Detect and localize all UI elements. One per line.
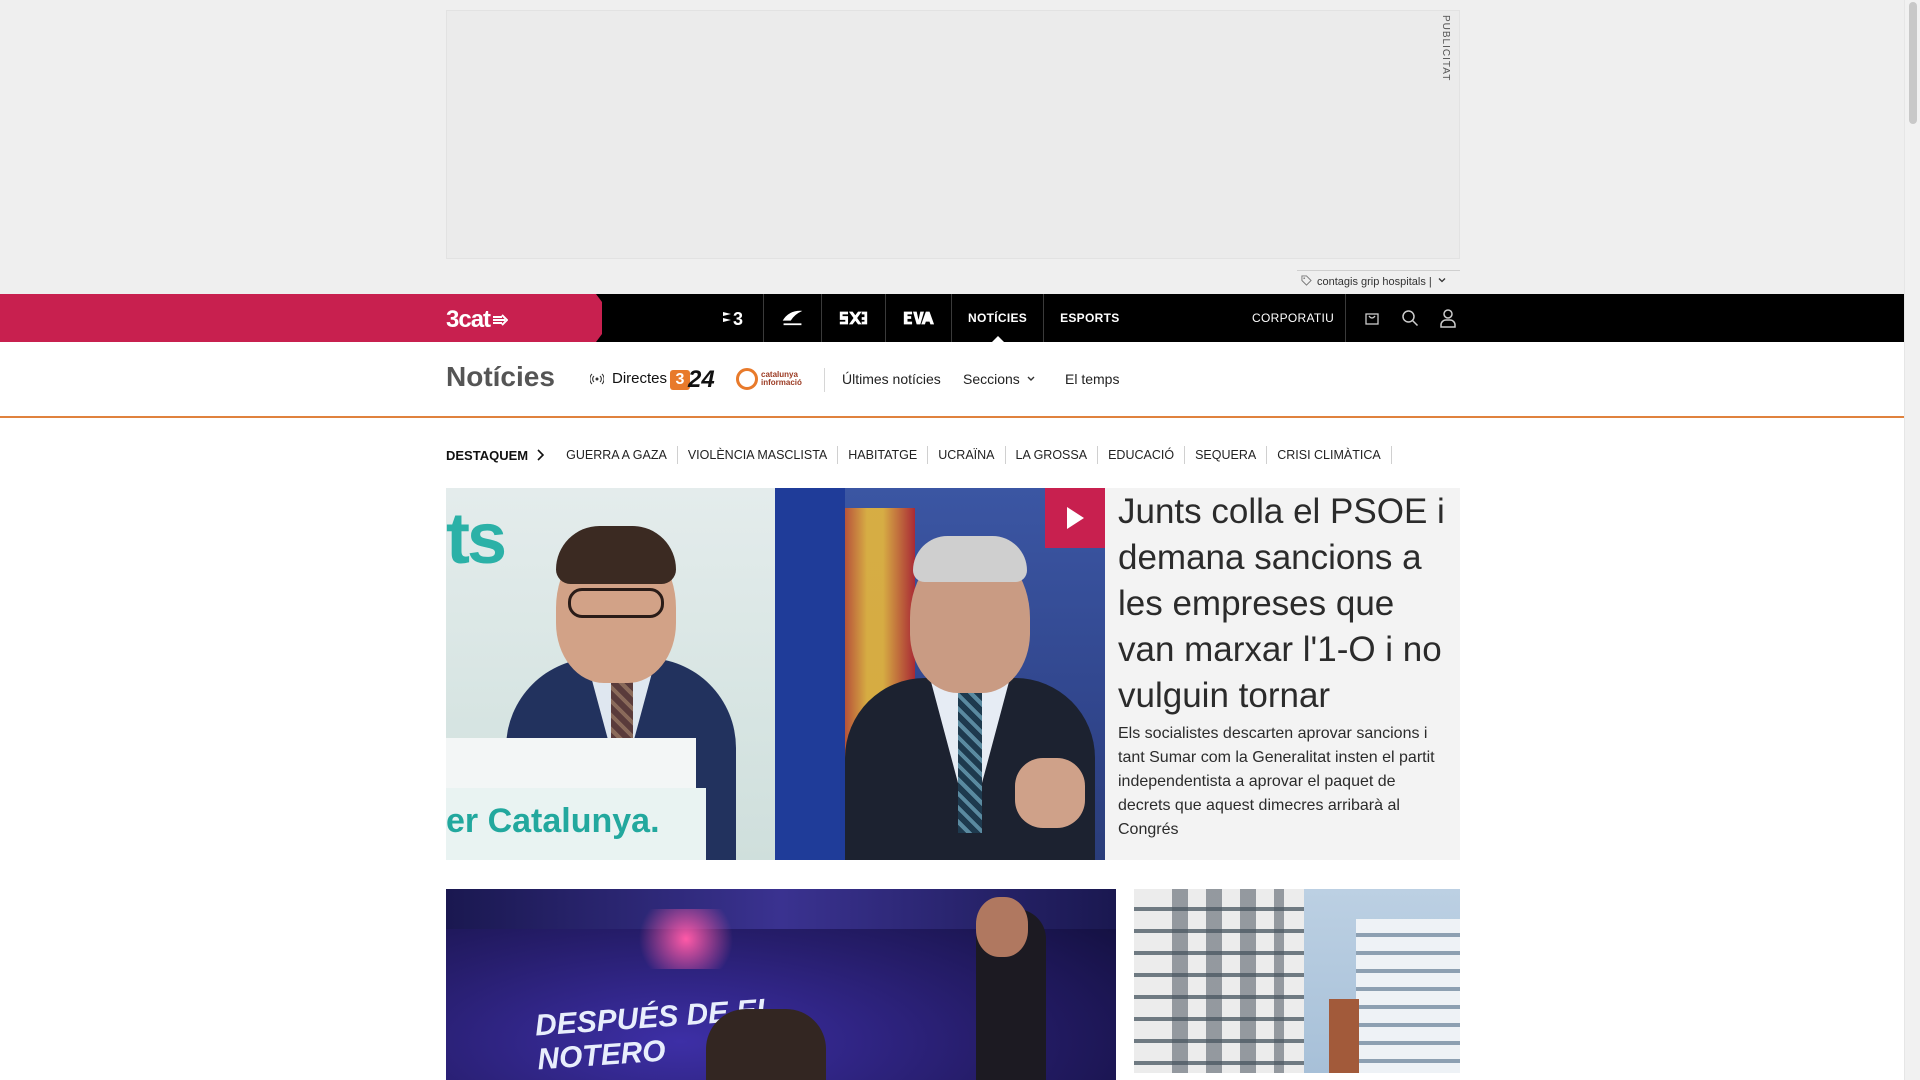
highlight-item[interactable]: VIOLÈNCIA MASCLISTA bbox=[678, 446, 839, 464]
ad-zone: PUBLICITAT contagis grip hospitals | bbox=[0, 0, 1904, 294]
logo-324[interactable]: 3 24 bbox=[670, 366, 715, 394]
global-nav: 3cat 3 NOTÍCIES ESPORTS CORPORATIU bbox=[0, 294, 1904, 342]
building-right bbox=[1356, 919, 1460, 1073]
chevron-down-icon[interactable] bbox=[1437, 275, 1447, 288]
user-icon[interactable] bbox=[1436, 306, 1460, 330]
live-signal-icon bbox=[590, 373, 604, 384]
play-icon bbox=[1067, 507, 1084, 529]
story-card-video[interactable]: DESPUÉS DE EL NOTERO bbox=[446, 889, 1116, 1080]
building-windows bbox=[1154, 889, 1284, 1073]
highlights-bar: DESTAQUEM GUERRA A GAZA VIOLÈNCIA MASCLI… bbox=[446, 445, 1392, 465]
tag-text: contagis grip hospitals | bbox=[1317, 275, 1432, 288]
logo-ci-circle-icon bbox=[736, 368, 758, 390]
highlight-item[interactable]: CRISI CLIMÀTICA bbox=[1267, 446, 1392, 464]
highlight-item[interactable]: HABITATGE bbox=[838, 446, 929, 464]
person-hair bbox=[556, 526, 676, 584]
channel-tv3[interactable]: 3 bbox=[704, 294, 764, 342]
eva-logo-icon bbox=[903, 311, 935, 325]
section-title[interactable]: Notícies bbox=[446, 361, 555, 393]
flag-eu bbox=[775, 488, 845, 860]
highlight-item[interactable]: SEQUERA bbox=[1185, 446, 1268, 464]
main-story-headline[interactable]: Junts colla el PSOE i demana sancions a … bbox=[1118, 488, 1450, 719]
directes-label: Directes bbox=[612, 370, 668, 387]
person-tie bbox=[958, 693, 982, 833]
channel-esports-label: ESPORTS bbox=[1060, 311, 1120, 325]
photo-backdrop-text: ts bbox=[446, 499, 507, 579]
logo-324-number: 24 bbox=[688, 366, 715, 393]
channel-eva[interactable] bbox=[886, 294, 952, 342]
main-story-summary: Els socialistes descarten aprovar sancio… bbox=[1118, 725, 1435, 838]
link-ultimes-noticies[interactable]: Últimes notícies bbox=[842, 371, 941, 387]
person-hand bbox=[1015, 758, 1085, 828]
brand-logo[interactable]: 3cat bbox=[446, 306, 509, 334]
chevron-down-icon bbox=[1027, 376, 1035, 381]
seccions-label: Seccions bbox=[963, 371, 1020, 387]
section-divider bbox=[824, 368, 825, 392]
channel-catradio[interactable] bbox=[764, 294, 822, 342]
channel-noticies[interactable]: NOTÍCIES bbox=[952, 294, 1045, 342]
svg-text:3: 3 bbox=[733, 309, 743, 328]
person-hair bbox=[913, 536, 1027, 582]
main-story-photo-left[interactable]: ts er Catalunya. bbox=[446, 488, 775, 860]
tag-bar[interactable]: contagis grip hospitals | bbox=[1297, 270, 1460, 292]
building-brick bbox=[1329, 999, 1359, 1073]
directes-link[interactable]: Directes bbox=[590, 370, 667, 387]
story-card-housing[interactable] bbox=[1134, 889, 1460, 1073]
link-el-temps-label: El temps bbox=[1065, 371, 1120, 387]
brand-panel bbox=[0, 294, 602, 342]
logo-324-three: 3 bbox=[670, 370, 690, 390]
highlight-item[interactable]: GUERRA A GAZA bbox=[556, 446, 678, 464]
scrollbar[interactable] bbox=[1904, 0, 1920, 1080]
brand-logo-text: 3cat bbox=[446, 306, 491, 333]
highlights-label[interactable]: DESTAQUEM bbox=[446, 447, 545, 463]
highlight-item[interactable]: EDUCACIÓ bbox=[1098, 446, 1186, 464]
link-ultimes-noticies-label: Últimes notícies bbox=[842, 371, 941, 387]
highlights-label-text: DESTAQUEM bbox=[446, 447, 529, 463]
section-header: Notícies Directes 3 24 catalunya informa… bbox=[0, 342, 1904, 418]
tv3-logo-icon: 3 bbox=[722, 309, 743, 328]
photo-banner-text: er Catalunya. bbox=[446, 788, 706, 860]
person-head bbox=[976, 897, 1028, 957]
link-el-temps[interactable]: El temps bbox=[1065, 371, 1119, 387]
sx3-logo-icon bbox=[839, 311, 868, 325]
channel-noticies-label: NOTÍCIES bbox=[968, 294, 1027, 342]
person-figure bbox=[706, 1009, 826, 1080]
corporate-link[interactable]: CORPORATIU bbox=[1252, 294, 1334, 342]
person-glasses bbox=[568, 588, 664, 618]
ad-label: PUBLICITAT bbox=[1440, 15, 1451, 82]
nav-icon-group bbox=[1345, 294, 1460, 342]
channel-nav: 3 NOTÍCIES ESPORTS bbox=[704, 294, 1136, 342]
tag-icon bbox=[1301, 274, 1312, 289]
catradio-logo-icon bbox=[782, 310, 803, 326]
seccions-dropdown[interactable]: Seccions bbox=[963, 371, 1036, 387]
main-story-card[interactable]: ts er Catalunya. Junts colla el PSOE i d… bbox=[446, 488, 1460, 860]
brand-arrow-icon bbox=[493, 314, 509, 326]
shop-bag-icon[interactable] bbox=[1360, 306, 1384, 330]
stage-light bbox=[626, 909, 746, 969]
logo-ci-text: catalunya informació bbox=[761, 370, 802, 387]
highlight-item[interactable]: LA GROSSA bbox=[1006, 446, 1099, 464]
play-video-button[interactable] bbox=[1045, 488, 1105, 548]
scrollbar-thumb[interactable] bbox=[1909, 2, 1917, 124]
channel-sx3[interactable] bbox=[822, 294, 886, 342]
search-icon[interactable] bbox=[1398, 306, 1422, 330]
channel-esports[interactable]: ESPORTS bbox=[1044, 294, 1135, 342]
chevron-right-icon bbox=[537, 449, 545, 461]
ad-banner[interactable] bbox=[446, 10, 1460, 259]
highlight-item[interactable]: UCRAÏNA bbox=[928, 446, 1006, 464]
logo-catalunya-informacio[interactable]: catalunya informació bbox=[736, 368, 827, 390]
